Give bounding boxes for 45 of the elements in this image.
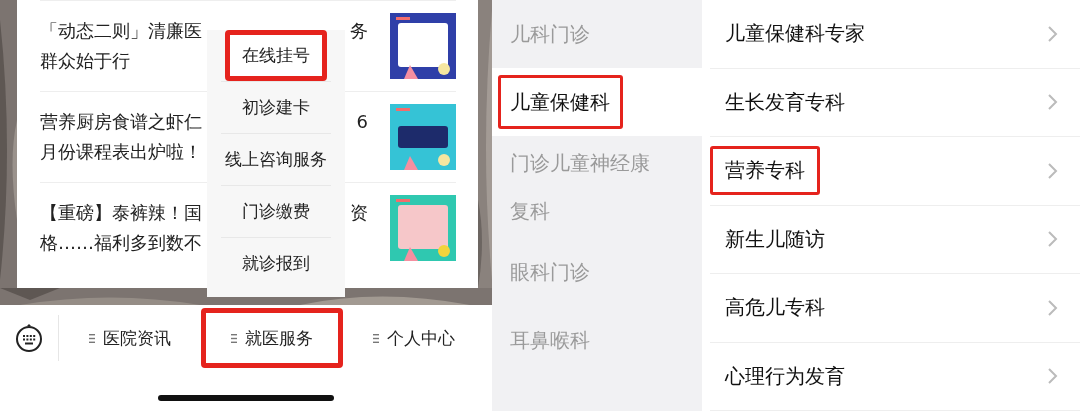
article-title[interactable]: 6 [356, 109, 368, 135]
article-title[interactable]: 「动态二则」清廉医 [40, 18, 202, 44]
keyboard-icon[interactable] [15, 323, 43, 353]
department-label: 新生儿随访 [724, 225, 826, 253]
department-row[interactable]: 营养专科 [710, 137, 1080, 206]
article-title[interactable]: 资 [350, 200, 368, 226]
article-title[interactable]: 营养厨房食谱之虾仁 [40, 109, 202, 135]
nav-tab[interactable]: 就医服务 [201, 308, 343, 368]
article-title[interactable]: 群众始于行 [40, 48, 130, 74]
article-title[interactable]: 月份课程表出炉啦！ [40, 139, 202, 165]
chevron-right-icon [1047, 161, 1058, 180]
article-title[interactable]: 务 [350, 18, 368, 44]
nav-tab[interactable]: 个人中心 [343, 308, 485, 368]
category-label: 眼科门诊 [509, 259, 591, 286]
category-item[interactable]: 儿童保健科 [492, 68, 702, 136]
menu-icon [89, 333, 95, 343]
chevron-right-icon [1047, 230, 1058, 249]
chevron-right-icon [1047, 298, 1058, 317]
menu-item[interactable]: 线上咨询服务 [225, 134, 327, 185]
menu-icon [231, 333, 237, 343]
nav-tab[interactable]: 医院资讯 [59, 308, 201, 368]
category-label: 儿科门诊 [509, 21, 591, 48]
chevron-right-icon [1047, 24, 1058, 43]
menu-item[interactable]: 在线挂号 [225, 30, 327, 81]
chevron-right-icon [1047, 93, 1058, 112]
category-label: 门诊儿童神经康复科 [509, 150, 651, 225]
menu-item[interactable]: 初诊建卡 [225, 82, 327, 133]
category-label: 儿童保健科 [498, 75, 623, 129]
department-label: 儿童保健科专家 [724, 20, 866, 48]
department-label: 营养专科 [710, 146, 820, 196]
department-label: 心理行为发育 [723, 362, 846, 390]
menu-item[interactable]: 门诊缴费 [225, 186, 327, 237]
department-label: 生长发育专科 [724, 88, 846, 116]
article-title[interactable]: 格……福利多到数不 [40, 230, 202, 256]
department-row[interactable]: 生长发育专科 [710, 68, 1080, 137]
department-label: 高危儿专科 [724, 294, 826, 322]
article-title[interactable]: 【重磅】泰裤辣！国 [40, 200, 202, 226]
menu-item[interactable]: 就诊报到 [225, 238, 327, 289]
category-label: 耳鼻喉科 [509, 327, 591, 354]
department-row[interactable]: 新生儿随访 [710, 205, 1080, 274]
chevron-right-icon [1047, 367, 1058, 386]
department-row[interactable]: 高危儿专科 [710, 274, 1080, 343]
menu-icon [373, 333, 379, 343]
department-row[interactable]: 心理行为发育 [710, 342, 1080, 411]
department-row[interactable]: 儿童保健科专家 [710, 0, 1080, 69]
